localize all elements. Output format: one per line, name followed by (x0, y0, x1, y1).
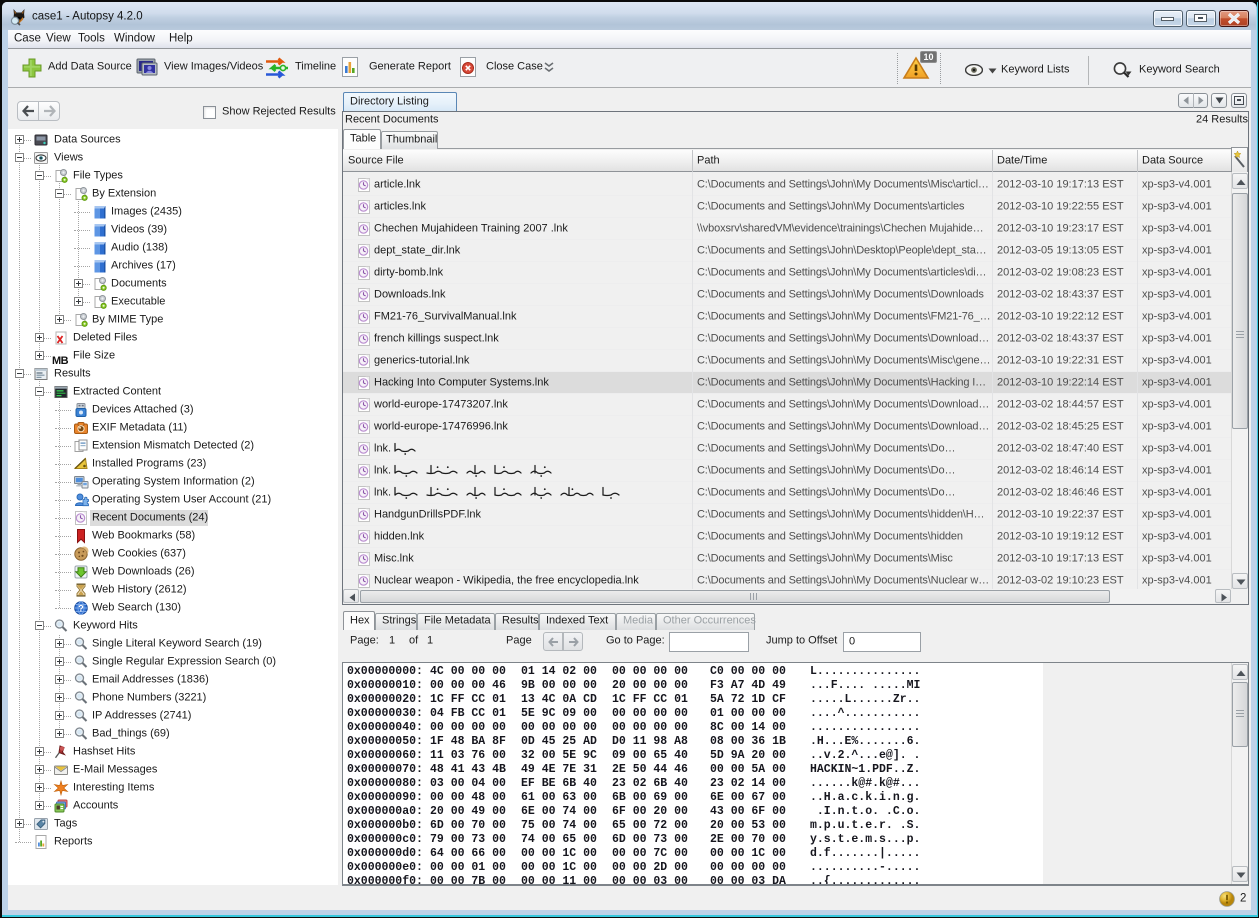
svg-text:?: ? (78, 603, 84, 613)
